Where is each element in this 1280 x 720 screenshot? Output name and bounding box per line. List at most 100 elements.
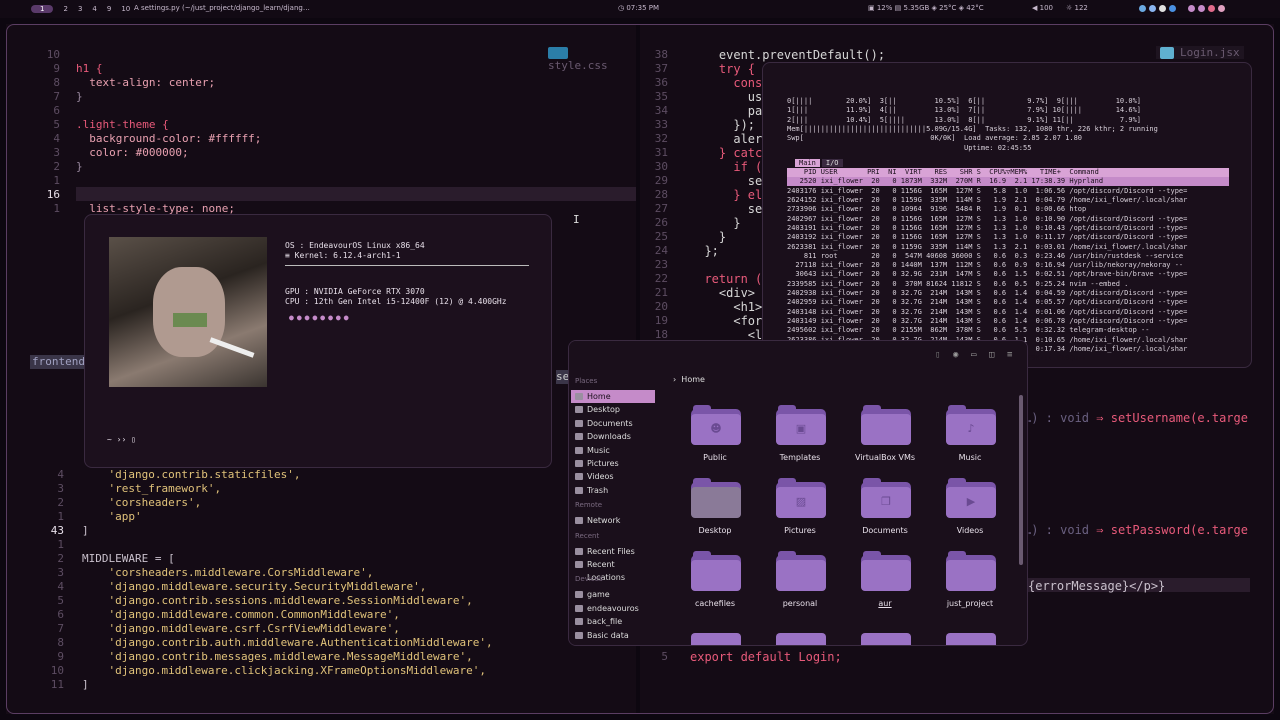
sidebar-item-trash[interactable]: Trash (571, 484, 655, 497)
workspace-10[interactable]: 10 (121, 5, 130, 13)
folder-documents[interactable]: ❐ Documents (845, 476, 925, 544)
folder-templates[interactable]: ▣ Templates (760, 403, 840, 471)
clock[interactable]: ◷ 07:35 PM (618, 4, 659, 12)
line-number: 1 (57, 538, 64, 551)
line-number: 29 (654, 174, 668, 187)
sidebar-item-device[interactable]: game (571, 588, 655, 601)
power-dot-4-icon[interactable] (1218, 4, 1225, 12)
swap-meter: Swp[ 0K/0K] Load average: 2.85 2.07 1.80 (787, 134, 1083, 143)
network-icon[interactable] (1149, 4, 1156, 12)
folder-videos[interactable]: ▶ Videos (930, 476, 1010, 544)
htop-tab[interactable]: Main (795, 158, 820, 167)
scrollbar[interactable] (1019, 395, 1023, 565)
sidebar-item-recent[interactable]: Recent Files (571, 545, 655, 558)
sidebar-item-network[interactable]: Network (571, 514, 655, 527)
folder-cachefiles[interactable]: cachefiles (675, 549, 755, 617)
workspace-4[interactable]: 4 (92, 5, 96, 13)
volume-icon: ◀ (1032, 4, 1040, 12)
folder-personal[interactable]: personal (760, 549, 840, 617)
terminal-htop[interactable]: 0[|||| 20.0%] 3[|| 10.5%] 6[|| 9.7%] 9[|… (762, 62, 1252, 368)
power-dot-3-icon[interactable] (1208, 4, 1215, 12)
folder-pictures[interactable]: ▨ Pictures (760, 476, 840, 544)
folder-icon: ▨ (776, 478, 826, 518)
preview-icon[interactable]: ◉ (953, 350, 958, 360)
brightness[interactable]: ☼ 122 (1066, 4, 1088, 12)
folder-desktop[interactable]: Desktop (675, 476, 755, 544)
tab-login-jsx[interactable]: Login.jsx (1156, 46, 1244, 59)
process-row: 30643 ixi_flower 20 0 32.9G 231M 147M S … (787, 270, 1188, 279)
panel-icon[interactable]: ◫ (989, 350, 994, 360)
folder-icon: ❐ (861, 478, 911, 518)
cursorline (76, 187, 636, 201)
os-line: OS : EndeavourOS Linux x86_64 (285, 241, 425, 250)
process-row: 2733906 ixi_flower 20 0 10964 9196 5484 … (787, 205, 1087, 214)
folder-label: just_project (946, 599, 994, 608)
folder-icon (946, 551, 996, 591)
tab-style-css[interactable]: style.css (544, 46, 636, 72)
process-row: 2403148 ixi_flower 20 0 32.7G 214M 143M … (787, 307, 1188, 316)
line-number: 34 (654, 104, 668, 117)
sidebar-item-pictures[interactable]: Pictures (571, 457, 655, 470)
sidebar-item-desktop[interactable]: Desktop (571, 403, 655, 416)
sidebar-item-home[interactable]: Home (571, 390, 655, 403)
folder-public[interactable]: ☻ Public (675, 403, 755, 471)
folder-glyph-icon: ♪ (967, 422, 975, 435)
cpu-icon: ▣ (868, 4, 877, 12)
workspace-3[interactable]: 3 (78, 5, 82, 13)
menu-icon[interactable]: ≡ (1007, 350, 1012, 360)
sidebar-item-downloads[interactable]: Downloads (571, 430, 655, 443)
folder-virtualbox-vms[interactable]: VirtualBox VMs (845, 403, 925, 471)
bluetooth-icon[interactable] (1169, 4, 1176, 12)
temp-icon: ◈ (931, 4, 940, 12)
mem-meter: Mem[|||||||||||||||||||||||||||||5.09G/1… (787, 124, 1158, 133)
sidebar-item-device[interactable]: Basic data part… (571, 629, 655, 645)
code-line: MIDDLEWARE = [ (82, 552, 175, 565)
sidebar-item-recent[interactable]: Recent Locations (571, 558, 655, 582)
line-number: 2 (57, 496, 64, 509)
folder-label: Pictures (784, 526, 816, 535)
code-line: <form (690, 314, 770, 328)
line-number: 24 (654, 244, 668, 257)
workspace-switcher[interactable]: 1 2 3 4 9 10 (26, 4, 135, 14)
code-line: 'django.contrib.messages.middleware.Mess… (82, 650, 473, 663)
process-row: 27118 ixi_flower 20 0 1440M 137M 112M S … (787, 261, 1184, 270)
folder-just-project[interactable]: just_project (930, 549, 1010, 617)
new-folder-icon[interactable]: ▭ (971, 350, 976, 360)
css-file-icon (548, 47, 568, 59)
split-label: frontend (30, 355, 86, 369)
power-dot-2-icon[interactable] (1198, 4, 1205, 12)
path-bar[interactable]: › Home (673, 375, 705, 384)
file-manager[interactable]: ▯ ◉ ▭ ◫ ≡ Places Home Desktop Documents Down… (568, 340, 1028, 646)
htop-tabs[interactable]: Main I/O (795, 158, 845, 168)
split-view-icon[interactable]: ▯ (935, 350, 940, 360)
line-number: 33 (654, 118, 668, 131)
terminal-fastfetch[interactable]: OS : EndeavourOS Linux x86_64 ≡ Kernel: … (84, 214, 552, 468)
line-number: 7 (53, 90, 60, 103)
workspace-1[interactable]: 1 (31, 5, 54, 13)
sidebar-item-device[interactable]: back_file (571, 615, 655, 628)
telegram-icon[interactable] (1139, 4, 1146, 12)
workspace-9[interactable]: 9 (107, 5, 111, 13)
power-dot-1-icon[interactable] (1188, 4, 1195, 12)
place-icon (575, 486, 583, 494)
sidebar-header: Recent (575, 531, 600, 540)
line-number: 6 (53, 104, 60, 117)
sidebar-item-videos[interactable]: Videos (571, 470, 655, 483)
place-icon (575, 547, 583, 555)
app-icon: A (134, 4, 142, 12)
sidebar-item-device[interactable]: endeavouros (571, 602, 655, 615)
folder-music[interactable]: ♪ Music (930, 403, 1010, 471)
htop-tab[interactable]: I/O (821, 158, 843, 167)
discord-icon[interactable] (1159, 4, 1166, 12)
volume[interactable]: ◀ 100 (1032, 4, 1053, 12)
process-row: 2339585 ixi_flower 20 0 370M 81624 11812… (787, 279, 1129, 288)
shell-prompt[interactable]: ~ ›› ▯ (107, 435, 136, 444)
sidebar-item-documents[interactable]: Documents (571, 417, 655, 430)
sidebar-item-music[interactable]: Music (571, 444, 655, 457)
fm-sidebar: Places Home Desktop Documents Downloads Music… (569, 369, 659, 645)
line-number: 8 (53, 76, 60, 89)
process-row: 2403192 ixi_flower 20 0 1156G 165M 127M … (787, 233, 1188, 242)
line-number: 5 (53, 118, 60, 131)
workspace-2[interactable]: 2 (63, 5, 67, 13)
folder-aur[interactable]: aur (845, 549, 925, 617)
